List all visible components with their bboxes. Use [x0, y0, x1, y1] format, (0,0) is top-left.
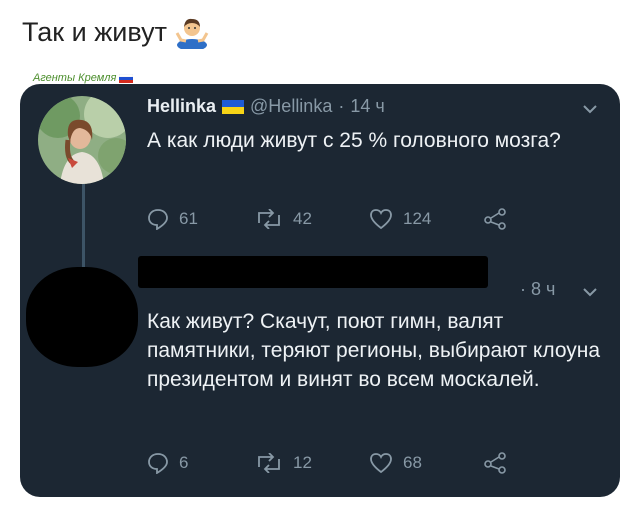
- tweet1-handle[interactable]: @Hellinka: [250, 96, 332, 117]
- avatar-redacted[interactable]: [26, 267, 138, 367]
- tweet1-actions: 61 42 124: [147, 208, 507, 230]
- heart-icon: [369, 452, 393, 474]
- retweet-icon: [255, 209, 283, 229]
- retweet-count: 42: [293, 209, 312, 228]
- share-icon: [483, 208, 507, 230]
- russia-flag-icon: [119, 73, 134, 83]
- reply-count: 61: [179, 209, 198, 228]
- reply-count: 6: [179, 453, 189, 472]
- chevron-down-icon[interactable]: [582, 287, 598, 297]
- reply-icon: [147, 208, 169, 230]
- chevron-down-icon[interactable]: [582, 104, 598, 114]
- share-button[interactable]: [483, 208, 507, 230]
- tweet1-header: Hellinka @Hellinka · 14 ч: [147, 96, 385, 117]
- heart-icon: [369, 208, 393, 230]
- tweet1-author-name[interactable]: Hellinka: [147, 96, 216, 117]
- person-shrugging-emoji-icon: [175, 15, 209, 49]
- like-count: 124: [403, 209, 432, 228]
- caption-text: Так и живут: [22, 17, 167, 47]
- tweet1-text: А как люди живут с 25 % головного мозга?: [147, 129, 561, 152]
- like-button[interactable]: 68: [369, 452, 483, 474]
- tweet2-time[interactable]: · 8 ч: [520, 279, 555, 300]
- retweet-icon: [255, 453, 283, 473]
- share-button[interactable]: [483, 452, 507, 474]
- reply-button[interactable]: 61: [147, 208, 255, 230]
- share-icon: [483, 452, 507, 474]
- watermark: Агенты Кремля: [33, 72, 134, 84]
- avatar-hellinka[interactable]: [38, 96, 126, 184]
- watermark-text: Агенты Кремля: [33, 72, 117, 84]
- retweet-button[interactable]: 12: [255, 453, 369, 473]
- ukraine-flag-icon: [222, 99, 245, 114]
- like-button[interactable]: 124: [369, 208, 483, 230]
- retweet-button[interactable]: 42: [255, 209, 369, 229]
- retweet-count: 12: [293, 453, 312, 472]
- tweet2-actions: 6 12 68: [147, 452, 507, 474]
- tweet1-separator: ·: [338, 96, 345, 116]
- author-redacted: [138, 256, 488, 288]
- post-caption: Так и живут: [22, 14, 209, 50]
- tweet1-time[interactable]: 14 ч: [350, 96, 384, 117]
- reply-icon: [147, 452, 169, 474]
- like-count: 68: [403, 453, 422, 472]
- tweet2-text: Как живут? Скачут, поют гимн, валят памя…: [147, 310, 601, 391]
- reply-button[interactable]: 6: [147, 452, 255, 474]
- tweet-card: Hellinka @Hellinka · 14 ч А как люди жив…: [20, 84, 620, 497]
